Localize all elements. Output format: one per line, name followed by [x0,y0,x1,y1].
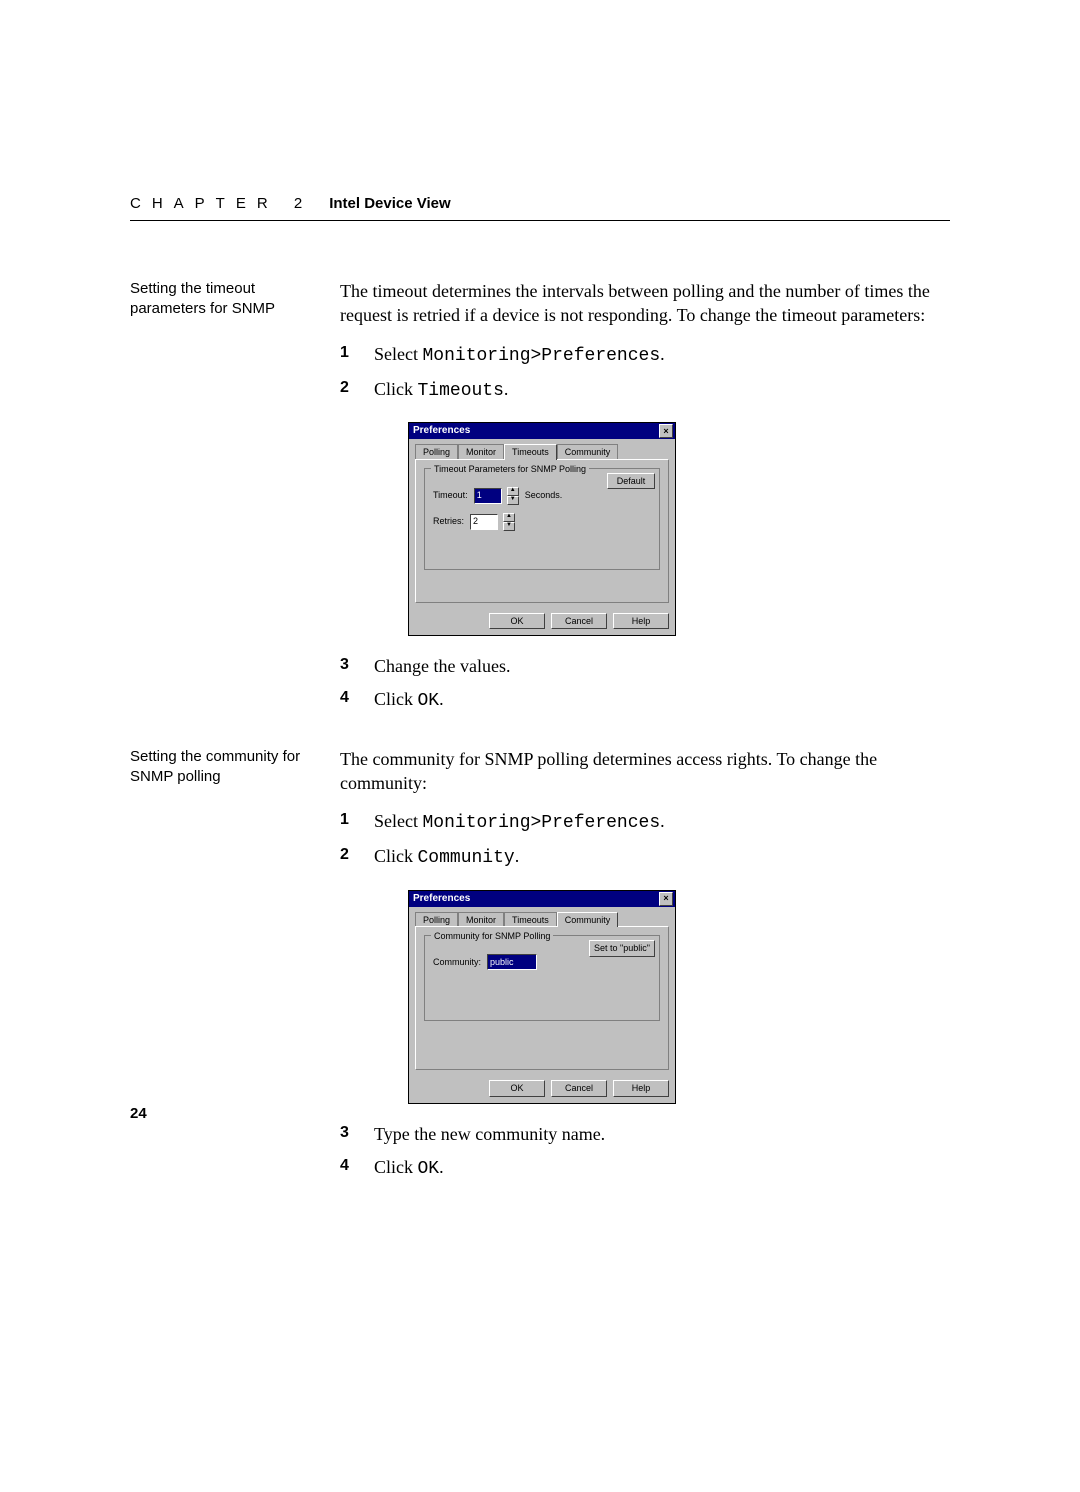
community-input[interactable]: public [487,954,537,970]
preferences-dialog-timeouts: Preferences × Polling Monitor Timeouts C… [408,422,676,636]
timeout-label: Timeout: [433,489,468,502]
tab-monitor[interactable]: Monitor [458,444,504,460]
step-text: . [439,1157,444,1177]
timeout-input[interactable]: 1 [474,488,502,504]
tab-polling[interactable]: Polling [415,912,458,928]
dialog-titlebar: Preferences × [409,423,675,439]
tab-polling[interactable]: Polling [415,444,458,460]
ok-button[interactable]: OK [489,613,545,630]
help-button[interactable]: Help [613,613,669,630]
timeout-unit: Seconds. [525,489,563,502]
group-label: Timeout Parameters for SNMP Polling [431,463,589,476]
set-public-button[interactable]: Set to "public" [589,940,655,957]
page-number: 24 [130,1105,147,1122]
dialog-title: Preferences [413,892,470,906]
chapter-line: CHAPTER 2 [130,195,313,212]
code-text: Monitoring>Preferences [422,346,660,366]
code-text: OK [418,1159,440,1179]
step-text: Click [374,1157,418,1177]
default-button[interactable]: Default [607,473,655,490]
preferences-dialog-community: Preferences × Polling Monitor Timeouts C… [408,890,676,1104]
step-text: . [504,379,509,399]
section-timeout: Setting the timeout parameters for SNMP … [130,279,950,723]
dialog-tabs: Polling Monitor Timeouts Community [415,443,669,459]
step-text: Click [374,379,418,399]
retries-label: Retries: [433,515,464,528]
header-title: Intel Device View [329,195,450,212]
retries-input[interactable]: 2 [470,514,498,530]
spinner-icon[interactable]: ▲▼ [503,513,515,531]
step-text: Select [374,811,422,831]
tab-timeouts[interactable]: Timeouts [504,912,557,928]
community-label: Community: [433,956,481,969]
code-text: OK [418,691,440,711]
step-text: . [660,344,665,364]
step-text: Click [374,846,418,866]
step-1: Select Monitoring>Preferences. [340,809,950,836]
tab-community[interactable]: Community [557,912,619,928]
step-4: Click OK. [340,1155,950,1182]
step-text: . [660,811,665,831]
step-3: Type the new community name. [340,1122,950,1147]
step-2: Click Timeouts. Preferences × Polling Mo… [340,377,950,636]
step-text: . [515,846,520,866]
code-text: Community [418,848,515,868]
intro-paragraph: The community for SNMP polling determine… [340,747,950,796]
cancel-button[interactable]: Cancel [551,1080,607,1097]
dialog-tabs: Polling Monitor Timeouts Community [415,911,669,927]
tab-timeouts[interactable]: Timeouts [504,444,557,460]
ok-button[interactable]: OK [489,1080,545,1097]
step-1: Select Monitoring>Preferences. [340,342,950,369]
intro-paragraph: The timeout determines the intervals bet… [340,279,950,328]
dialog-titlebar: Preferences × [409,891,675,907]
page-header: CHAPTER 2 Intel Device View [130,195,950,221]
step-text: Select [374,344,422,364]
step-text: Click [374,689,418,709]
close-icon[interactable]: × [659,424,673,438]
step-text: . [439,689,444,709]
spinner-icon[interactable]: ▲▼ [507,487,519,505]
section-community: Setting the community for SNMP polling T… [130,747,950,1191]
step-4: Click OK. [340,687,950,714]
side-heading: Setting the community for SNMP polling [130,747,330,1191]
code-text: Monitoring>Preferences [422,813,660,833]
close-icon[interactable]: × [659,892,673,906]
side-heading: Setting the timeout parameters for SNMP [130,279,330,723]
cancel-button[interactable]: Cancel [551,613,607,630]
step-2: Click Community. Preferences × Polling M… [340,844,950,1103]
group-label: Community for SNMP Polling [431,930,553,943]
code-text: Timeouts [418,381,504,401]
step-3: Change the values. [340,654,950,679]
dialog-title: Preferences [413,424,470,438]
tab-community[interactable]: Community [557,444,619,460]
help-button[interactable]: Help [613,1080,669,1097]
tab-monitor[interactable]: Monitor [458,912,504,928]
